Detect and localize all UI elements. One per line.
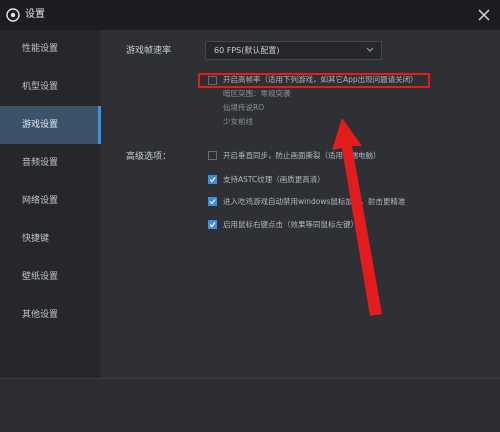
sidebar-item-audio[interactable]: 音频设置 xyxy=(0,144,101,182)
annotation-arrow-icon xyxy=(332,118,382,316)
sidebar-item-shortcuts[interactable]: 快捷键 xyxy=(0,220,101,258)
fps-select[interactable]: 60 FPS(默认配置) xyxy=(205,41,382,60)
checkmark-icon xyxy=(209,199,216,205)
window-title: 设置 xyxy=(25,9,45,20)
highlight-box xyxy=(198,73,430,88)
advanced-options-label: 高级选项： xyxy=(126,152,172,162)
fps-select-value: 60 FPS(默认配置) xyxy=(214,46,280,55)
checkmark-icon xyxy=(209,177,216,183)
sidebar-item-performance[interactable]: 性能设置 xyxy=(0,30,101,68)
sidebar-item-network[interactable]: 网络设置 xyxy=(0,182,101,220)
vsync-checkbox[interactable] xyxy=(208,151,217,160)
sidebar-item-game[interactable]: 游戏设置 xyxy=(0,106,101,144)
checkmark-icon xyxy=(209,222,216,228)
sidebar-item-device-model[interactable]: 机型设置 xyxy=(0,68,101,106)
supported-game: 少女前线 xyxy=(223,117,253,126)
astc-label: 支持ASTC纹理（画质更高清） xyxy=(223,175,325,184)
sidebar-item-label: 音频设置 xyxy=(22,158,59,168)
sidebar-item-label: 机型设置 xyxy=(22,82,59,92)
sidebar-item-label: 其他设置 xyxy=(22,310,59,320)
footer-bar xyxy=(0,378,500,432)
supported-game: 仙境传说RO xyxy=(223,103,265,112)
sidebar-item-label: 性能设置 xyxy=(22,44,59,54)
supported-game: 暗区突围：零规突袭 xyxy=(223,89,291,98)
sidebar-item-label: 游戏设置 xyxy=(22,120,59,130)
sidebar-item-label: 壁纸设置 xyxy=(22,272,59,282)
right-click-checkbox[interactable] xyxy=(208,220,217,229)
sidebar-item-label: 快捷键 xyxy=(22,234,50,244)
sidebar-item-label: 网络设置 xyxy=(22,196,59,206)
sidebar-item-other[interactable]: 其他设置 xyxy=(0,296,101,334)
mouse-accel-checkbox[interactable] xyxy=(208,197,217,206)
fps-label: 游戏帧速率 xyxy=(126,46,172,56)
chevron-down-icon xyxy=(366,47,374,52)
sidebar-item-wallpaper[interactable]: 壁纸设置 xyxy=(0,258,101,296)
settings-app-icon xyxy=(6,8,20,22)
close-icon[interactable] xyxy=(476,7,492,23)
title-bar: 设置 xyxy=(0,0,500,30)
astc-checkbox[interactable] xyxy=(208,175,217,184)
settings-sidebar: 性能设置 机型设置 游戏设置 音频设置 网络设置 快捷键 壁纸设置 其他设置 xyxy=(0,30,101,378)
